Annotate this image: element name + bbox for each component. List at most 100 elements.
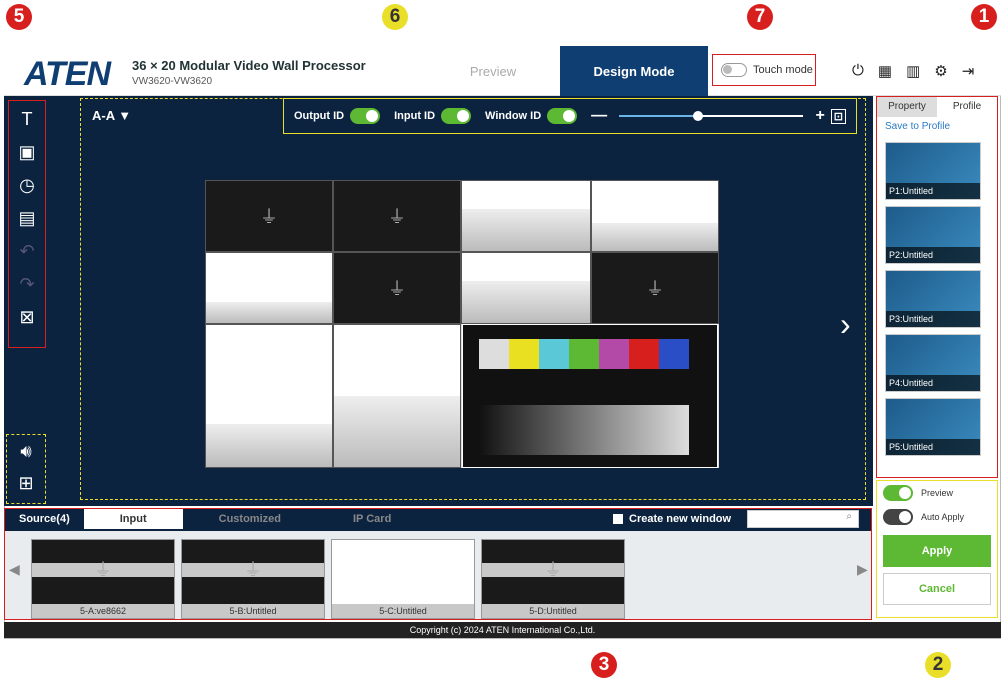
tab-profile[interactable]: Profile (937, 97, 997, 117)
source-item[interactable]: 5-C:Untitled (331, 539, 475, 619)
source-strip: ◀ ⏚ 5-A:ve8662 ⏚ 5-B:Untitled 5-C:Untitled… (5, 531, 871, 619)
callout-2: 2 (925, 652, 951, 678)
touch-mode-toggle[interactable]: Touch mode (712, 54, 816, 86)
audio-panel: 🔊︎ ⊞ (6, 434, 46, 504)
app-title: 36 × 20 Modular Video Wall Processor (132, 58, 366, 73)
callout-7: 7 (747, 4, 773, 30)
app-header: ATEN 36 × 20 Modular Video Wall Processo… (4, 46, 1001, 96)
source-label: 5-D:Untitled (482, 604, 624, 618)
schedule-icon[interactable]: ▥ (906, 62, 920, 80)
zoom-in-icon[interactable]: + (815, 107, 824, 125)
preview-toggle[interactable] (883, 485, 913, 501)
create-window-label: Create new window (629, 513, 732, 525)
source-label: 5-B:Untitled (182, 604, 324, 618)
disconnected-icon: ⏚ (388, 207, 406, 227)
callout-6: 6 (382, 4, 408, 30)
source-label: 5-A:ve8662 (32, 604, 174, 618)
output-id-toggle[interactable] (350, 108, 381, 124)
layout-selector[interactable]: A-A ▼ (92, 108, 131, 123)
tab-ip-card[interactable]: IP Card (317, 513, 427, 525)
auto-apply-label: Auto Apply (921, 512, 965, 522)
power-icon[interactable]: ⏻ (852, 62, 864, 80)
footer: Copyright (c) 2024 ATEN International Co… (4, 622, 1001, 638)
source-item[interactable]: ⏚ 5-D:Untitled (481, 539, 625, 619)
logout-icon[interactable]: ⇥ (962, 62, 975, 80)
prev-arrow-icon[interactable]: ◀ (9, 561, 20, 578)
undo-icon[interactable]: ↶ (9, 236, 45, 266)
wall-cell[interactable] (461, 252, 591, 324)
disconnected-icon: ⏚ (482, 561, 624, 579)
wall-cell[interactable]: ⏚ (591, 252, 719, 324)
source-item[interactable]: ⏚ 5-B:Untitled (181, 539, 325, 619)
apply-button[interactable]: Apply (883, 535, 991, 567)
profile-label: P4:Untitled (886, 375, 980, 391)
disconnected-icon: ⏚ (260, 207, 278, 227)
disconnected-icon: ⏚ (646, 279, 664, 299)
callout-1: 1 (971, 4, 997, 30)
wall-cell[interactable] (333, 324, 461, 468)
input-id-toggle[interactable] (441, 108, 472, 124)
disconnected-icon: ⏚ (182, 561, 324, 579)
preview-label: Preview (921, 488, 954, 498)
wall-cell[interactable] (591, 180, 719, 252)
output-id-label: Output ID (294, 110, 345, 122)
profile-thumb[interactable]: P1:Untitled (885, 142, 981, 200)
wall-cell[interactable]: ⏚ (205, 180, 333, 252)
window-id-label: Window ID (485, 110, 542, 122)
grid-icon[interactable]: ▦ (878, 62, 892, 80)
profile-thumb[interactable]: P4:Untitled (885, 334, 981, 392)
profile-thumb[interactable]: P2:Untitled (885, 206, 981, 264)
tab-customized[interactable]: Customized (183, 513, 317, 525)
apply-panel: Preview Auto Apply Apply Cancel (876, 480, 998, 618)
model-label: VW3620-VW3620 (132, 76, 213, 87)
zoom-slider[interactable] (619, 111, 804, 121)
toggle-switch[interactable] (721, 63, 747, 77)
profile-label: P3:Untitled (886, 311, 980, 327)
profile-label: P1:Untitled (886, 183, 980, 199)
auto-apply-toggle[interactable] (883, 509, 913, 525)
wall-cell[interactable] (461, 180, 591, 252)
source-panel: Source(4) Input Customized IP Card Creat… (4, 508, 872, 620)
next-source-arrow-icon[interactable]: ▶ (857, 561, 868, 578)
window-id-toggle[interactable] (547, 108, 578, 124)
touch-mode-label: Touch mode (753, 64, 813, 76)
gear-icon[interactable]: ⚙ (934, 62, 947, 80)
add-image-icon[interactable]: ▣ (9, 137, 45, 167)
clear-icon[interactable]: ⊠ (9, 302, 45, 332)
layout-name: A-A (92, 108, 115, 123)
disconnected-icon: ⏚ (32, 561, 174, 579)
tab-design-mode[interactable]: Design Mode (560, 46, 708, 96)
profile-panel: Property Profile Save to Profile P1:Unti… (876, 96, 998, 478)
search-input[interactable]: ⌕ (747, 510, 859, 528)
add-layout-icon[interactable]: ▤ (9, 203, 45, 233)
wall-cell[interactable]: ⏚ (333, 180, 461, 252)
callout-5: 5 (6, 4, 32, 30)
save-to-profile-link[interactable]: Save to Profile (877, 117, 997, 136)
source-label: 5-C:Untitled (332, 604, 474, 618)
left-toolbar: T ▣ ◷ ▤ ↶ ↷ ⊠ (8, 100, 46, 348)
fit-screen-icon[interactable]: ⊡ (830, 108, 846, 124)
wall-cell[interactable] (205, 324, 333, 468)
create-window-checkbox[interactable]: Create new window (613, 513, 731, 525)
layout-settings-icon[interactable]: ⊞ (7, 467, 45, 499)
add-text-icon[interactable]: T (9, 104, 45, 134)
source-count-label: Source(4) (19, 513, 70, 525)
source-item[interactable]: ⏚ 5-A:ve8662 (31, 539, 175, 619)
cancel-button[interactable]: Cancel (883, 573, 991, 605)
tab-input[interactable]: Input (83, 509, 183, 529)
profile-thumb[interactable]: P5:Untitled (885, 398, 981, 456)
wall-cell[interactable] (205, 252, 333, 324)
aten-logo: ATEN (24, 55, 111, 93)
profile-label: P5:Untitled (886, 439, 980, 455)
speaker-icon[interactable]: 🔊︎ (7, 435, 45, 467)
zoom-out-icon[interactable]: — (591, 107, 607, 125)
add-clock-icon[interactable]: ◷ (9, 170, 45, 200)
tab-preview[interactable]: Preview (418, 46, 568, 96)
test-pattern-window[interactable] (462, 324, 718, 468)
disconnected-icon: ⏚ (388, 279, 406, 299)
tab-property[interactable]: Property (877, 97, 937, 117)
redo-icon[interactable]: ↷ (9, 269, 45, 299)
next-arrow-icon[interactable]: › (840, 306, 851, 343)
profile-thumb[interactable]: P3:Untitled (885, 270, 981, 328)
wall-cell[interactable]: ⏚ (333, 252, 461, 324)
